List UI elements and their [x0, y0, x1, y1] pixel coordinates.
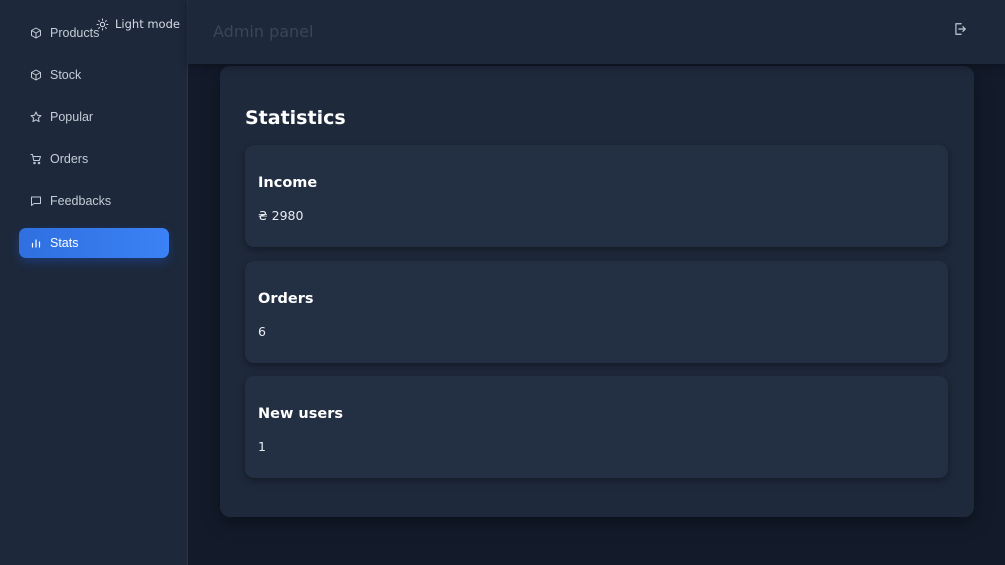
sidebar-item-popular[interactable]: Popular: [19, 102, 169, 132]
sidebar-item-label: Popular: [50, 110, 94, 124]
star-icon: [30, 111, 42, 123]
section-title: Statistics: [245, 107, 346, 129]
cart-icon: [30, 153, 42, 165]
sidebar-item-label: Orders: [50, 152, 89, 166]
stat-card-value: ₴ 2980: [258, 208, 304, 223]
stat-card-value: 6: [258, 324, 266, 339]
stat-card-title: New users: [258, 406, 343, 422]
stat-card-title: Income: [258, 175, 318, 191]
sidebar-item-stats[interactable]: Stats: [19, 228, 169, 258]
sidebar-item-label: Feedbacks: [50, 194, 112, 208]
sidebar-item-label: Products: [50, 26, 100, 40]
sidebar-item-products[interactable]: Products: [19, 18, 169, 48]
top-bar: Admin panel: [188, 0, 1005, 64]
stat-card-new-users: New users 1: [245, 376, 948, 478]
sidebar-item-label: Stock: [50, 68, 82, 82]
chat-icon: [30, 195, 42, 207]
stat-card-income: Income ₴ 2980: [245, 145, 948, 247]
sidebar-item-label: Stats: [50, 236, 79, 250]
stat-card-title: Orders: [258, 291, 314, 307]
sidebar-item-stock[interactable]: Stock: [19, 60, 169, 90]
sidebar-item-orders[interactable]: Orders: [19, 144, 169, 174]
page-title: Admin panel: [213, 22, 314, 41]
statistics-panel: Statistics Income ₴ 2980 Orders 6 New us…: [220, 66, 974, 517]
logout-icon[interactable]: [953, 22, 967, 36]
box-icon: [30, 27, 42, 39]
sidebar: Light mode Products Stock Popular Orders…: [0, 0, 188, 565]
stat-card-orders: Orders 6: [245, 261, 948, 363]
box-icon: [30, 69, 42, 81]
sidebar-item-feedbacks[interactable]: Feedbacks: [19, 186, 169, 216]
stat-card-value: 1: [258, 439, 266, 454]
bar-chart-icon: [30, 237, 42, 249]
